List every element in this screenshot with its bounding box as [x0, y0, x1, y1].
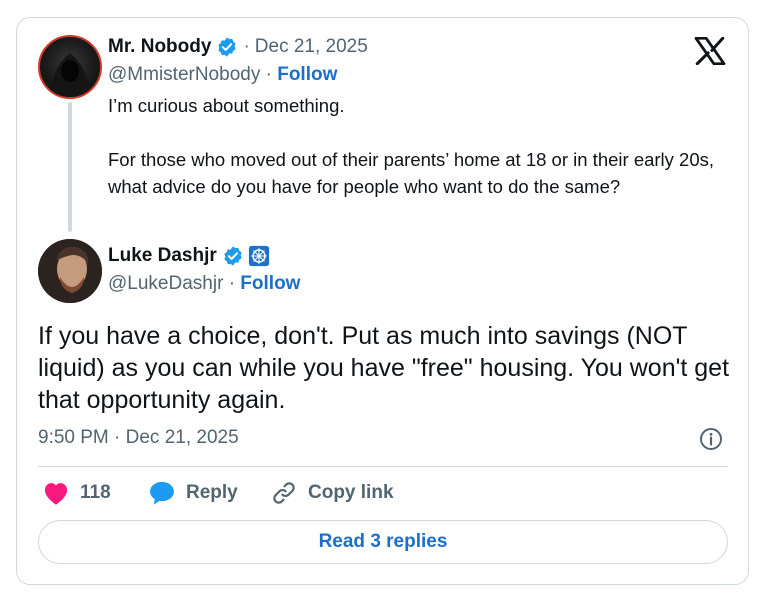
profile-photo-icon: [38, 239, 102, 303]
parent-tweet-paragraph: I’m curious about something.: [108, 95, 345, 116]
separator-dot: ·: [228, 273, 236, 294]
separator-dot: ·: [265, 64, 272, 85]
heart-icon: [44, 483, 68, 505]
reply-tweet-text: If you have a choice, don't. Put as much…: [38, 322, 730, 414]
author-handle[interactable]: @MmisterNobody: [108, 64, 260, 85]
follow-button[interactable]: Follow: [277, 64, 337, 85]
like-button[interactable]: 118: [42, 480, 111, 506]
parent-tweet-paragraph: For those who moved out of their parents…: [108, 149, 715, 197]
tweet-timestamp[interactable]: 9:50 PM · Dec 21, 2025: [38, 427, 239, 449]
parent-tweet-date[interactable]: Dec 21, 2025: [255, 36, 368, 58]
author-name[interactable]: Mr. Nobody: [108, 36, 211, 58]
reply-tweet-author-row: Luke Dashjr: [108, 245, 270, 267]
verified-badge-icon: [224, 246, 242, 266]
read-replies-button[interactable]: Read 3 replies: [38, 520, 728, 564]
info-icon[interactable]: [699, 427, 723, 451]
author-name[interactable]: Luke Dashjr: [108, 245, 217, 267]
copy-link-label: Copy link: [308, 482, 394, 503]
avatar-mr-nobody[interactable]: [38, 35, 102, 99]
reply-tweet-handle-row: @LukeDashjr · Follow: [108, 273, 300, 295]
verified-badge-icon: [218, 37, 237, 57]
reply-button[interactable]: Reply: [148, 480, 238, 506]
hooded-figure-icon: [50, 53, 90, 97]
affiliate-badge-icon[interactable]: [248, 245, 270, 267]
parent-tweet-text: I’m curious about something. For those w…: [108, 92, 728, 200]
link-icon: [273, 482, 295, 504]
divider: [38, 466, 728, 467]
copy-link-button[interactable]: Copy link: [270, 480, 394, 506]
x-logo-icon[interactable]: [694, 37, 726, 65]
reply-label: Reply: [186, 482, 238, 503]
parent-tweet-handle-row: @MmisterNobody · Follow: [108, 64, 337, 86]
avatar-luke-dashjr[interactable]: [38, 239, 102, 303]
follow-button[interactable]: Follow: [240, 273, 300, 294]
thread-connector-line: [68, 102, 72, 232]
reply-bubble-icon: [150, 481, 174, 505]
parent-tweet-author-row: Mr. Nobody · Dec 21, 2025: [108, 36, 368, 58]
author-handle[interactable]: @LukeDashjr: [108, 273, 223, 294]
separator-dot: ·: [243, 36, 250, 57]
like-count: 118: [80, 482, 111, 503]
